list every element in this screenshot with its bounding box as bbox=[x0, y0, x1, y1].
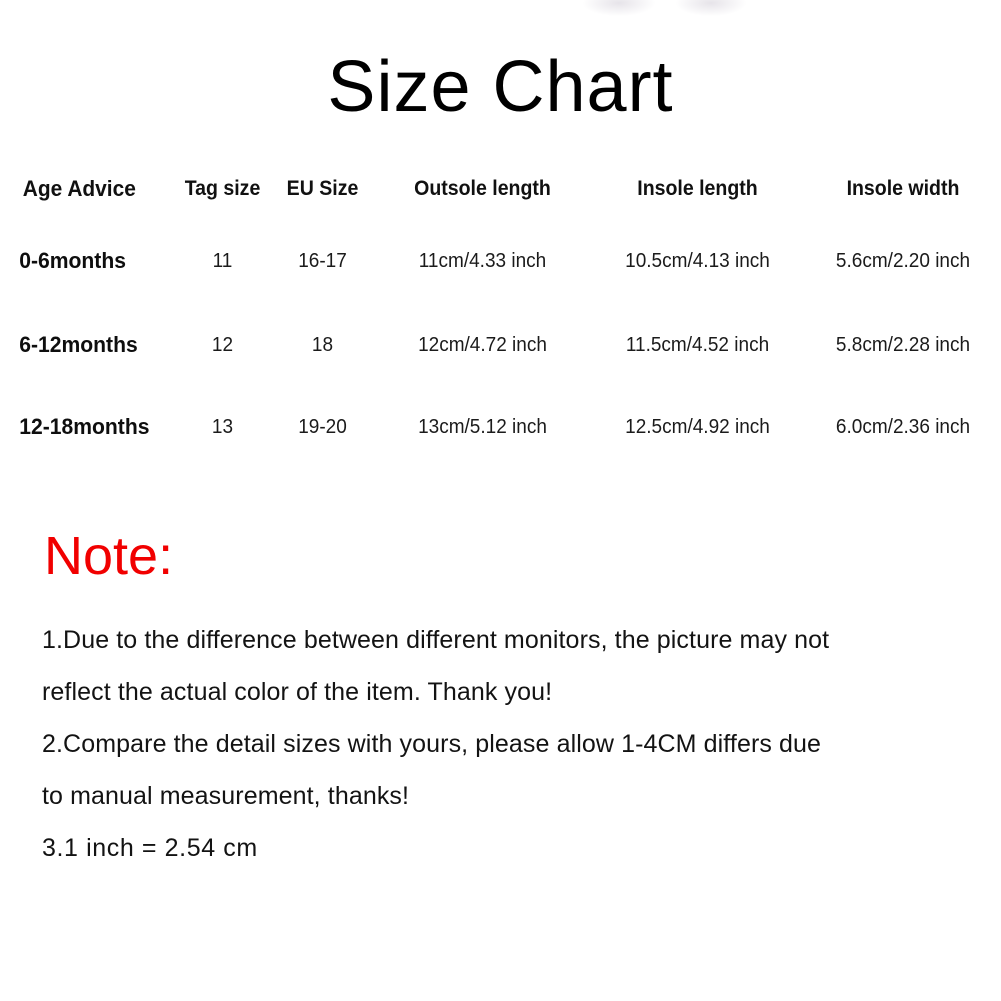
note-line-4: to manual measurement, thanks! bbox=[42, 782, 410, 810]
cell-outsole-length: 12cm/4.72 inch bbox=[418, 333, 547, 356]
note-line-3: 2.Compare the detail sizes with yours, p… bbox=[42, 730, 822, 758]
cell-age-advice: 12-18months bbox=[19, 414, 150, 439]
cell-tag-size: 12 bbox=[211, 333, 234, 356]
cell-insole-length: 12.5cm/4.92 inch bbox=[625, 415, 770, 438]
cell-age-advice: 6-12months bbox=[19, 332, 138, 357]
cell-eu-size: 18 bbox=[311, 333, 334, 356]
top-smudge-artifact-right bbox=[676, 0, 746, 16]
cell-age-advice: 0-6months bbox=[19, 248, 127, 273]
top-smudge-artifact-left bbox=[583, 0, 655, 16]
note-line-conversion: 3.1 inch = 2.54 cm bbox=[42, 834, 258, 862]
cell-eu-size: 16-17 bbox=[298, 249, 347, 272]
column-header-eu-size: EU Size bbox=[286, 177, 359, 200]
size-chart-page: Size Chart Age Advice Tag size EU Size O… bbox=[0, 0, 1001, 1001]
cell-insole-width: 5.8cm/2.28 inch bbox=[835, 333, 971, 356]
cell-insole-width: 5.6cm/2.20 inch bbox=[835, 249, 971, 272]
column-header-insole-width: Insole width bbox=[846, 177, 960, 200]
cell-insole-width: 6.0cm/2.36 inch bbox=[835, 415, 971, 438]
column-header-age-advice: Age Advice bbox=[22, 176, 136, 201]
note-line-1: 1.Due to the difference between differen… bbox=[42, 626, 830, 654]
table-row: 0-6months 11 16-17 11cm/4.33 inch 10.5cm… bbox=[0, 218, 1001, 304]
table-header-row: Age Advice Tag size EU Size Outsole leng… bbox=[0, 160, 1001, 218]
table-row: 6-12months 12 18 12cm/4.72 inch 11.5cm/4… bbox=[0, 304, 1001, 386]
cell-insole-length: 11.5cm/4.52 inch bbox=[625, 333, 770, 356]
note-line-2: reflect the actual color of the item. Th… bbox=[42, 678, 553, 706]
column-header-outsole-length: Outsole length bbox=[414, 177, 551, 200]
cell-outsole-length: 11cm/4.33 inch bbox=[418, 249, 547, 272]
note-heading: Note: bbox=[44, 526, 174, 586]
cell-outsole-length: 13cm/5.12 inch bbox=[418, 415, 547, 438]
column-header-tag-size: Tag size bbox=[184, 177, 261, 200]
page-title: Size Chart bbox=[327, 47, 674, 127]
size-chart-table: Age Advice Tag size EU Size Outsole leng… bbox=[0, 160, 1001, 468]
column-header-insole-length: Insole length bbox=[637, 177, 758, 200]
cell-eu-size: 19-20 bbox=[298, 415, 347, 438]
table-row: 12-18months 13 19-20 13cm/5.12 inch 12.5… bbox=[0, 386, 1001, 468]
cell-tag-size: 11 bbox=[212, 249, 233, 272]
cell-tag-size: 13 bbox=[211, 415, 234, 438]
note-body: 1.Due to the difference between differen… bbox=[42, 614, 952, 874]
cell-insole-length: 10.5cm/4.13 inch bbox=[625, 249, 770, 272]
